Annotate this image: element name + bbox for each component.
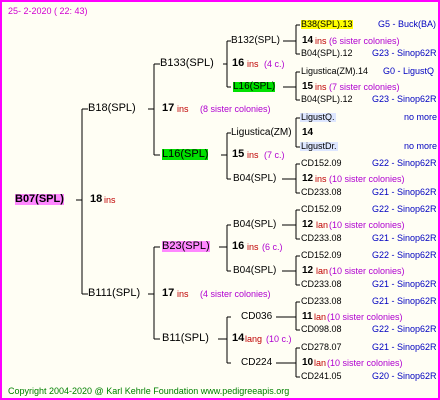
queen-gen4-12[interactable]: CD233.08 (301, 280, 342, 289)
gen4-13-info: G21 - Sinop62R (372, 296, 437, 306)
gen4-6-info: no more (404, 141, 438, 151)
queen-gen4-8[interactable]: CD233.08 (301, 188, 342, 197)
gen4-14-info: G22 - Sinop62R (372, 324, 437, 334)
queen-gen3-7[interactable]: CD036 (241, 312, 272, 322)
queen-gen4-7[interactable]: CD152.09 (301, 159, 342, 168)
gen2-4-num: 14 (232, 332, 245, 344)
queen-gen4-16[interactable]: CD241.05 (301, 372, 342, 381)
gen2-4-ins: lang (245, 334, 263, 344)
pedigree-tree-lines (76, 24, 300, 378)
gen4-16-info: G20 - Sinop62R (372, 371, 437, 381)
copyright-footer: Copyright 2004-2020 @ Karl Kehrle Founda… (8, 386, 290, 396)
gen3-3-num: 14 (302, 127, 314, 138)
timestamp-header: 25- 2-2020 ( 22: 43) (8, 6, 88, 16)
gen4-5-info: no more (404, 112, 438, 122)
gen0-instrumental-num: 18 (90, 193, 103, 205)
queen-gen4-5[interactable]: LigustQ. (300, 113, 336, 122)
queen-gen3-2[interactable]: L16(SPL) (233, 82, 276, 92)
gen2-1-ins: ins (247, 59, 259, 69)
gen4-2-info: G23 - Sinop62R (372, 48, 437, 58)
gen4-4-info: G23 - Sinop62R (372, 94, 437, 104)
gen4-12-info: G21 - Sinop62R (372, 279, 437, 289)
gen2-1-sisters: (4 c.) (264, 59, 285, 69)
gen2-4-sisters: (10 c.) (266, 334, 292, 344)
gen2-2-ins: ins (247, 150, 259, 160)
queen-gen2-3[interactable]: B23(SPL) (162, 241, 210, 252)
gen4-9-info: G22 - Sinop62R (372, 204, 437, 214)
gen4-10-info: G21 - Sinop62R (372, 233, 437, 243)
gen1-bottom-num: 17 (162, 287, 175, 299)
queen-gen3-8[interactable]: CD224 (241, 358, 272, 368)
queen-gen4-9[interactable]: CD152.09 (301, 205, 342, 214)
gen3-8-sisters: (10 sister colonies) (327, 358, 403, 368)
gen2-3-num: 16 (232, 240, 245, 252)
gen4-15-info: G21 - Sinop62R (372, 342, 437, 352)
gen3-4-num: 12 (302, 173, 314, 184)
queen-gen4-11[interactable]: CD152.09 (301, 251, 342, 260)
gen3-1-sisters: (6 sister colonies) (329, 36, 400, 46)
queen-gen4-13[interactable]: CD233.08 (301, 297, 342, 306)
gen2-3-sisters: (6 c.) (262, 242, 283, 252)
queen-gen0[interactable]: B07(SPL) (15, 194, 64, 205)
gen3-8-ins: lan (314, 358, 327, 368)
gen3-5-ins: lan (316, 220, 329, 230)
gen3-2-num: 15 (302, 81, 314, 92)
gen3-6-num: 12 (302, 265, 314, 276)
gen3-1-num: 14 (302, 35, 314, 46)
pedigree-frame: 25- 2-2020 ( 22: 43) B07(SPL) 18 ins B18… (0, 0, 440, 400)
gen2-1-num: 16 (232, 57, 245, 69)
queen-gen3-4[interactable]: B04(SPL) (233, 174, 276, 184)
queen-gen4-6[interactable]: LigustDr. (300, 142, 338, 151)
gen2-2-sisters: (7 c.) (264, 150, 285, 160)
gen1-top-ins: ins (177, 104, 189, 114)
queen-gen3-6[interactable]: B04(SPL) (233, 266, 276, 276)
gen2-2-num: 15 (232, 148, 245, 160)
gen3-2-sisters: (7 sister colonies) (329, 82, 400, 92)
gen3-5-sisters: (10 sister colonies) (329, 220, 405, 230)
gen3-4-sisters: (10 sister colonies) (329, 174, 405, 184)
queen-gen4-15[interactable]: CD278.07 (301, 343, 342, 352)
queen-gen4-14[interactable]: CD098.08 (301, 325, 342, 334)
queen-gen2-2[interactable]: L16(SPL) (162, 149, 209, 160)
gen3-7-num: 11 (302, 311, 313, 322)
queen-gen4-2[interactable]: B04(SPL).12 (301, 49, 353, 58)
gen4-1-info: G5 - Buck(BA) (378, 19, 437, 29)
queen-gen4-10[interactable]: CD233.08 (301, 234, 342, 243)
gen0-ins: ins (104, 195, 116, 205)
gen1-top-num: 17 (162, 102, 175, 114)
gen3-4-ins: ins (315, 174, 327, 184)
queen-gen1-top[interactable]: B18(SPL) (88, 103, 136, 114)
gen3-7-ins: lan (314, 312, 327, 322)
gen3-6-sisters: (10 sister colonies) (329, 266, 405, 276)
queen-gen3-5[interactable]: B04(SPL) (233, 220, 276, 230)
queen-gen4-3[interactable]: Ligustica(ZM).14 (301, 67, 368, 76)
queen-gen2-1[interactable]: B133(SPL) (160, 58, 214, 69)
queen-gen1-bottom[interactable]: B111(SPL) (88, 288, 140, 299)
gen2-3-ins: ins (247, 242, 259, 252)
gen3-8-num: 10 (302, 357, 314, 368)
queen-gen4-4[interactable]: B04(SPL).12 (301, 95, 353, 104)
gen1-bottom-sisters: (4 sister colonies) (200, 289, 271, 299)
gen4-3-info: G0 - LigustQ (383, 66, 435, 76)
gen3-5-num: 12 (302, 219, 314, 230)
queen-gen3-3[interactable]: Ligustica(ZM) (231, 128, 292, 138)
gen3-2-ins: ins (315, 82, 327, 92)
gen4-11-info: G22 - Sinop62R (372, 250, 437, 260)
gen3-1-ins: ins (315, 36, 327, 46)
queen-gen2-4[interactable]: B11(SPL) (162, 333, 209, 344)
gen3-6-ins: lan (316, 266, 329, 276)
queen-gen4-1[interactable]: B38(SPL).13 (301, 20, 353, 29)
gen1-bottom-ins: ins (177, 289, 189, 299)
gen4-7-info: G22 - Sinop62R (372, 158, 437, 168)
gen1-top-sisters: (8 sister colonies) (200, 104, 271, 114)
queen-gen3-1[interactable]: B132(SPL) (231, 36, 280, 46)
gen3-7-sisters: (10 sister colonies) (327, 312, 403, 322)
gen4-8-info: G21 - Sinop62R (372, 187, 437, 197)
